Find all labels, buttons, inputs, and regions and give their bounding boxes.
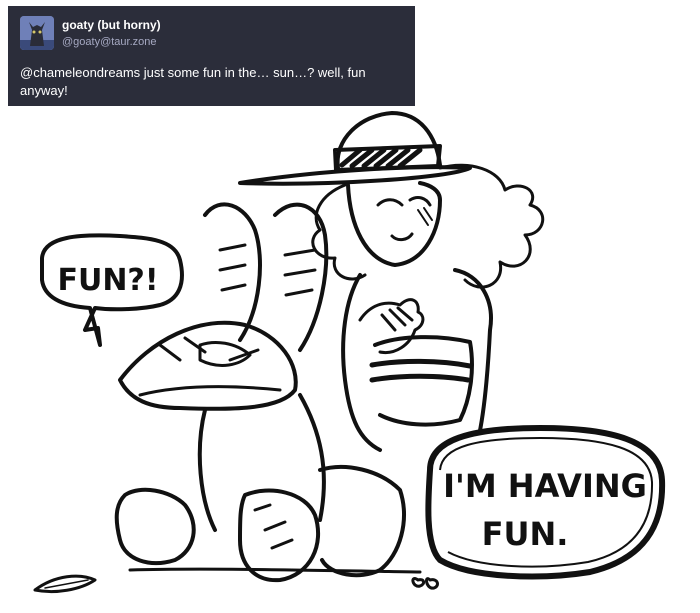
character-body [341, 268, 493, 452]
hand-on-chest [358, 298, 425, 355]
post-card: goaty (but horny) @goaty@taur.zone @cham… [8, 6, 415, 106]
account-handle[interactable]: @goaty@taur.zone [62, 35, 161, 50]
sun-hat [238, 111, 472, 186]
insect-wings [203, 202, 329, 352]
speech-bubble-right-line2: FUN. [482, 515, 569, 553]
speech-bubble-left: FUN?! [40, 233, 184, 347]
speech-bubble-right: I'M HAVING FUN. [425, 425, 666, 580]
sketch-illustration: FUN?! I'M HAVING FUN. [33, 111, 666, 594]
display-name[interactable]: goaty (but horny) [62, 18, 161, 33]
character-head [346, 181, 442, 267]
post-header: goaty (but horny) @goaty@taur.zone [20, 16, 403, 50]
mention-link[interactable]: @chameleondreams [20, 65, 140, 80]
artist-signature [411, 577, 439, 590]
post-body: @chameleondreams just some fun in the… s… [20, 64, 403, 100]
creature-head [118, 320, 298, 411]
speech-bubble-left-text: FUN?! [57, 263, 158, 298]
author-names: goaty (but horny) @goaty@taur.zone [62, 16, 161, 50]
goat-avatar-icon[interactable] [20, 16, 54, 50]
creature-body [33, 393, 422, 594]
speech-bubble-right-line1: I'M HAVING [443, 467, 647, 505]
